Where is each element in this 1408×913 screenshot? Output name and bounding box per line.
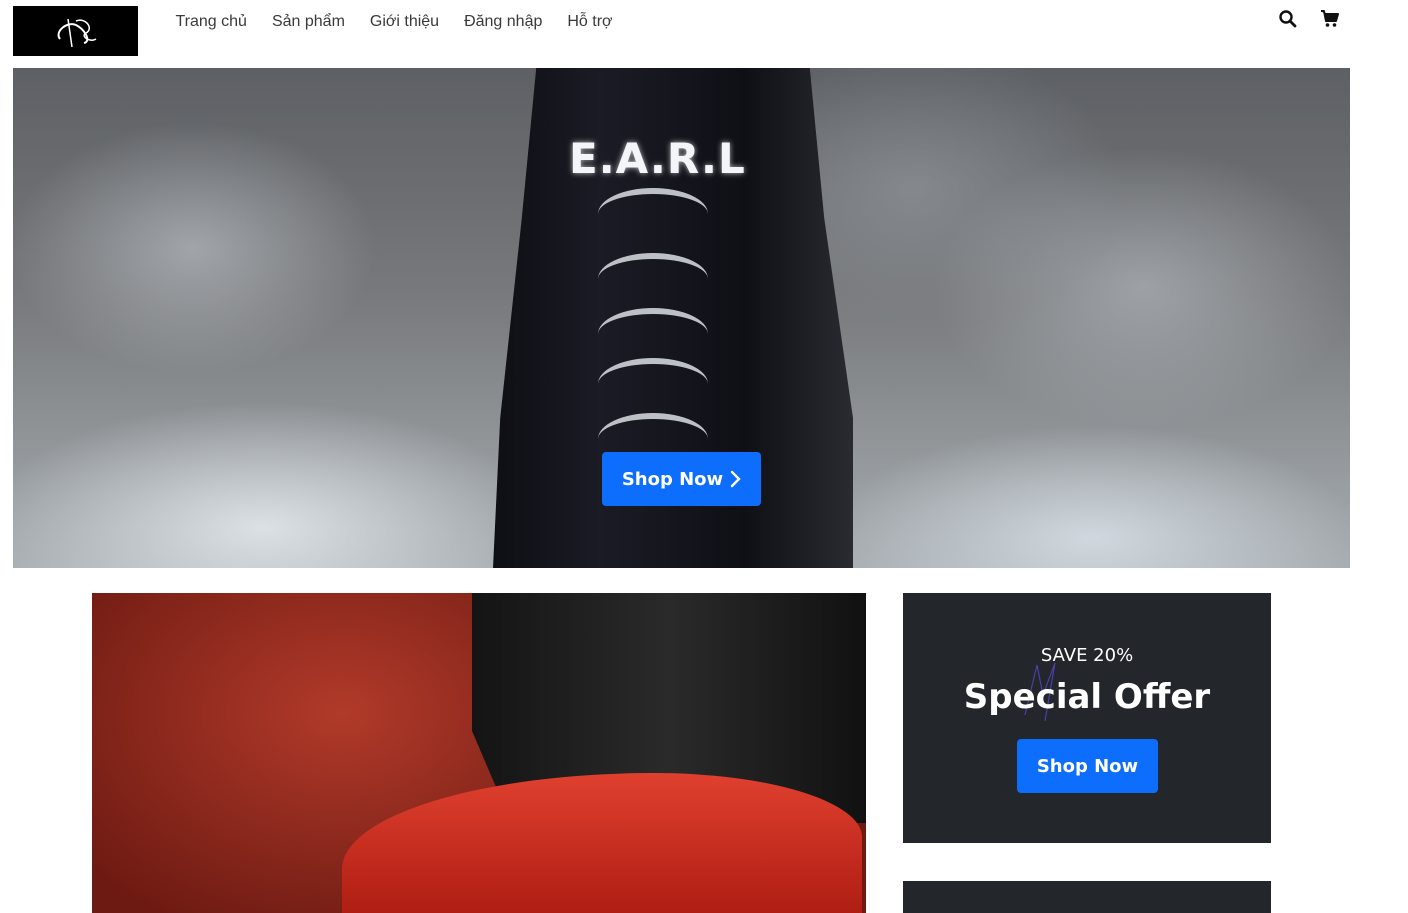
offer-discount-text: SAVE 20% — [1040, 645, 1134, 666]
featured-product-image[interactable] — [92, 593, 866, 913]
cart-icon[interactable] — [1320, 9, 1340, 29]
nav-item-home[interactable]: Trang chủ — [163, 13, 259, 31]
chevron-right-icon — [730, 470, 741, 488]
offer-title: Special Offer — [963, 677, 1211, 717]
main-nav: Trang chủ Sản phẩm Giới thiệu Đăng nhập … — [163, 0, 625, 44]
special-offer-card: SAVE 20% Special Offer Shop Now — [903, 593, 1271, 843]
offer-shop-now-button[interactable]: Shop Now — [1017, 739, 1158, 793]
nav-item-login[interactable]: Đăng nhập — [452, 13, 555, 31]
logo-mark — [57, 18, 96, 48]
hero-banner: E.A.R.L Shop Now — [13, 68, 1350, 568]
search-icon[interactable] — [1278, 9, 1298, 29]
red-sneaker-image — [342, 773, 862, 913]
second-offer-card — [903, 881, 1271, 913]
header-actions — [1278, 9, 1340, 29]
nav-item-support[interactable]: Hỗ trợ — [555, 13, 625, 31]
nav-item-products[interactable]: Sản phẩm — [259, 13, 357, 31]
hero-brand-text: E.A.R.L — [569, 134, 746, 183]
nav-item-about[interactable]: Giới thiệu — [357, 13, 451, 31]
hero-shop-now-label: Shop Now — [621, 468, 724, 490]
hero-shop-now-button[interactable]: Shop Now — [602, 452, 761, 506]
logo[interactable] — [13, 6, 138, 56]
